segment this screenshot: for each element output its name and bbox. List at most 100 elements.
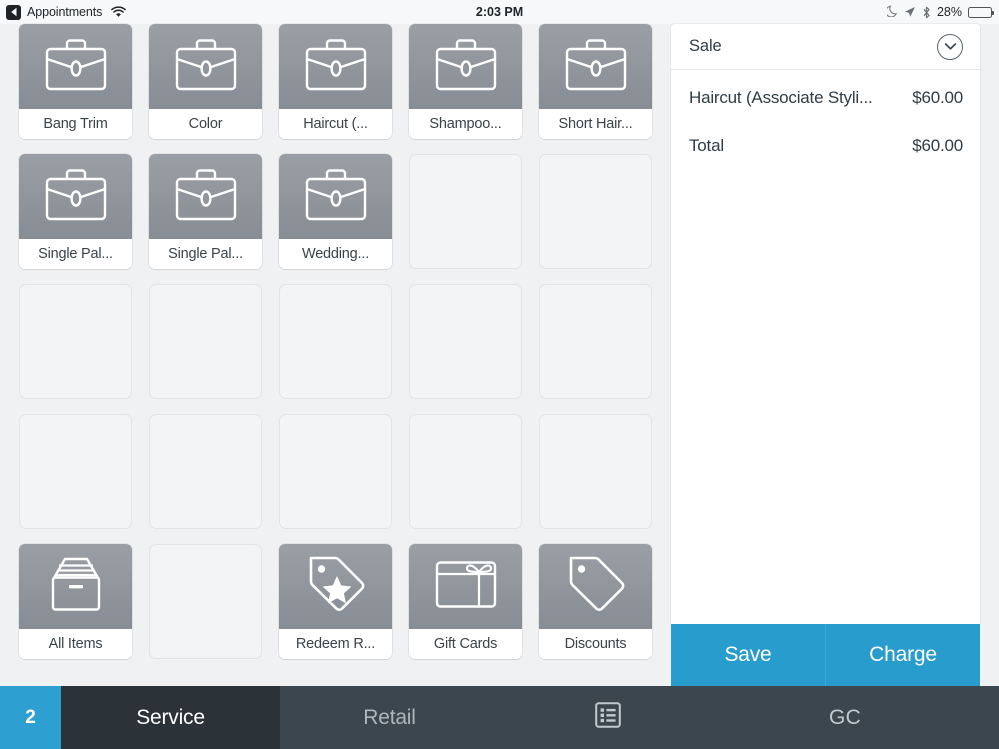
item-tile-empty[interactable] xyxy=(19,284,132,399)
item-tile-body: Gift Cards xyxy=(409,544,522,665)
item-grid-row: All Items Redeem R... Gift Cards Discoun… xyxy=(19,544,662,665)
item-tile[interactable]: Gift Cards xyxy=(409,544,522,665)
briefcase-icon xyxy=(45,167,107,227)
item-tile[interactable]: Single Pal... xyxy=(19,154,132,269)
item-tile[interactable]: Wedding... xyxy=(279,154,392,269)
reward-tag-star-icon xyxy=(305,554,367,619)
item-tile-body xyxy=(279,284,392,399)
sale-total-label: Total xyxy=(689,136,724,155)
briefcase-icon xyxy=(565,37,627,97)
grid-view-button[interactable] xyxy=(19,710,237,749)
status-bar-clock: 2:03 PM xyxy=(475,5,524,19)
item-tile-label: Single Pal... xyxy=(149,239,262,269)
status-bar: Appointments 2:03 PM 28% xyxy=(0,0,999,24)
sale-line-items: Haircut (Associate Styli... $60.00 Total… xyxy=(671,70,980,162)
tab-retail[interactable]: Retail xyxy=(280,686,499,749)
item-grid-row xyxy=(19,284,662,399)
item-tile-art xyxy=(279,24,392,109)
discount-tag-icon xyxy=(565,554,627,619)
sale-total-amount: $60.00 xyxy=(912,136,963,155)
location-arrow-icon xyxy=(904,6,916,18)
item-tile-body xyxy=(149,284,262,399)
item-tile[interactable]: Shampoo... xyxy=(409,24,522,139)
sale-actions: Save Charge xyxy=(671,624,980,686)
item-tile[interactable]: Haircut (... xyxy=(279,24,392,139)
item-tile-body xyxy=(149,414,262,529)
bluetooth-icon xyxy=(922,6,931,19)
charge-button[interactable]: Charge xyxy=(826,624,980,686)
item-tile-body: Color xyxy=(149,24,262,139)
briefcase-icon xyxy=(435,37,497,97)
item-tile-empty[interactable] xyxy=(149,284,262,399)
item-tile-body xyxy=(19,284,132,399)
item-grid: Bang Trim Color Haircut (... Shampoo... xyxy=(19,24,662,686)
list-view-button[interactable] xyxy=(499,686,717,749)
briefcase-icon xyxy=(305,167,367,227)
item-tile[interactable]: Color xyxy=(149,24,262,139)
item-tile-body: Redeem R... xyxy=(279,544,392,665)
item-tile-label: Shampoo... xyxy=(409,109,522,139)
item-tile-body: Bang Trim xyxy=(19,24,132,139)
sale-title: Sale xyxy=(689,37,722,55)
item-tile-art xyxy=(539,24,652,109)
item-tile[interactable]: Single Pal... xyxy=(149,154,262,269)
gift-card-icon xyxy=(435,560,497,614)
item-tile-body: Short Hair... xyxy=(539,24,652,139)
item-tile-empty[interactable] xyxy=(539,414,652,529)
item-tile-empty[interactable] xyxy=(409,284,522,399)
item-tile-art xyxy=(409,544,522,629)
item-tile-body xyxy=(409,284,522,399)
item-tile-empty[interactable] xyxy=(539,284,652,399)
item-grid-row xyxy=(19,414,662,529)
item-tile-empty[interactable] xyxy=(19,414,132,529)
item-tile-body xyxy=(539,284,652,399)
item-tile-body xyxy=(409,154,522,269)
item-tile-empty[interactable] xyxy=(149,544,262,659)
battery-percent-label: 28% xyxy=(936,5,962,19)
item-tile[interactable]: Redeem R... xyxy=(279,544,392,665)
item-tile[interactable]: Bang Trim xyxy=(19,24,132,139)
item-tile-label: Gift Cards xyxy=(409,629,522,659)
item-tile-empty[interactable] xyxy=(279,414,392,529)
gift-card-tab[interactable]: GC xyxy=(717,686,999,749)
item-tile-body xyxy=(409,414,522,529)
item-tile-empty[interactable] xyxy=(539,154,652,269)
item-tile[interactable]: Discounts xyxy=(539,544,652,665)
item-tile-body: Discounts xyxy=(539,544,652,665)
item-tile-art xyxy=(19,24,132,109)
item-tile-art xyxy=(19,154,132,239)
item-tile-body: Single Pal... xyxy=(19,154,132,269)
item-tile[interactable]: All Items xyxy=(19,544,132,665)
item-tile-label: Discounts xyxy=(539,629,652,659)
item-grid-row: Bang Trim Color Haircut (... Shampoo... xyxy=(19,24,662,139)
item-tile-label: Bang Trim xyxy=(19,109,132,139)
moon-icon xyxy=(885,4,898,20)
item-tile-art xyxy=(409,24,522,109)
item-tile-empty[interactable] xyxy=(409,154,522,269)
item-tile-label: All Items xyxy=(19,629,132,659)
item-tile-label: Color xyxy=(149,109,262,139)
item-tile-label: Wedding... xyxy=(279,239,392,269)
chevron-down-circle-icon[interactable] xyxy=(937,33,963,60)
item-tile-empty[interactable] xyxy=(409,414,522,529)
sale-line-item-name: Haircut (Associate Styli... xyxy=(689,88,873,107)
item-tile-body: Shampoo... xyxy=(409,24,522,139)
item-tile-body xyxy=(279,414,392,529)
item-tile-label: Haircut (... xyxy=(279,109,392,139)
item-tile-art xyxy=(19,544,132,629)
list-view-icon xyxy=(595,702,621,733)
item-tile[interactable]: Short Hair... xyxy=(539,24,652,139)
item-tile-label: Single Pal... xyxy=(19,239,132,269)
item-tile-empty[interactable] xyxy=(149,414,262,529)
status-bar-right: 28% xyxy=(885,4,994,20)
sale-line-item-amount: $60.00 xyxy=(912,88,963,107)
item-tile-body xyxy=(539,414,652,529)
item-tile-body: Wedding... xyxy=(279,154,392,269)
sale-header: Sale xyxy=(671,24,980,70)
sale-panel: Sale Haircut (Associate Styli... $60.00 … xyxy=(671,24,980,686)
sale-line-item[interactable]: Haircut (Associate Styli... $60.00 xyxy=(689,82,963,114)
item-tile-body xyxy=(539,154,652,269)
save-button[interactable]: Save xyxy=(671,624,826,686)
item-tile-empty[interactable] xyxy=(279,284,392,399)
item-tile-art xyxy=(539,544,652,629)
